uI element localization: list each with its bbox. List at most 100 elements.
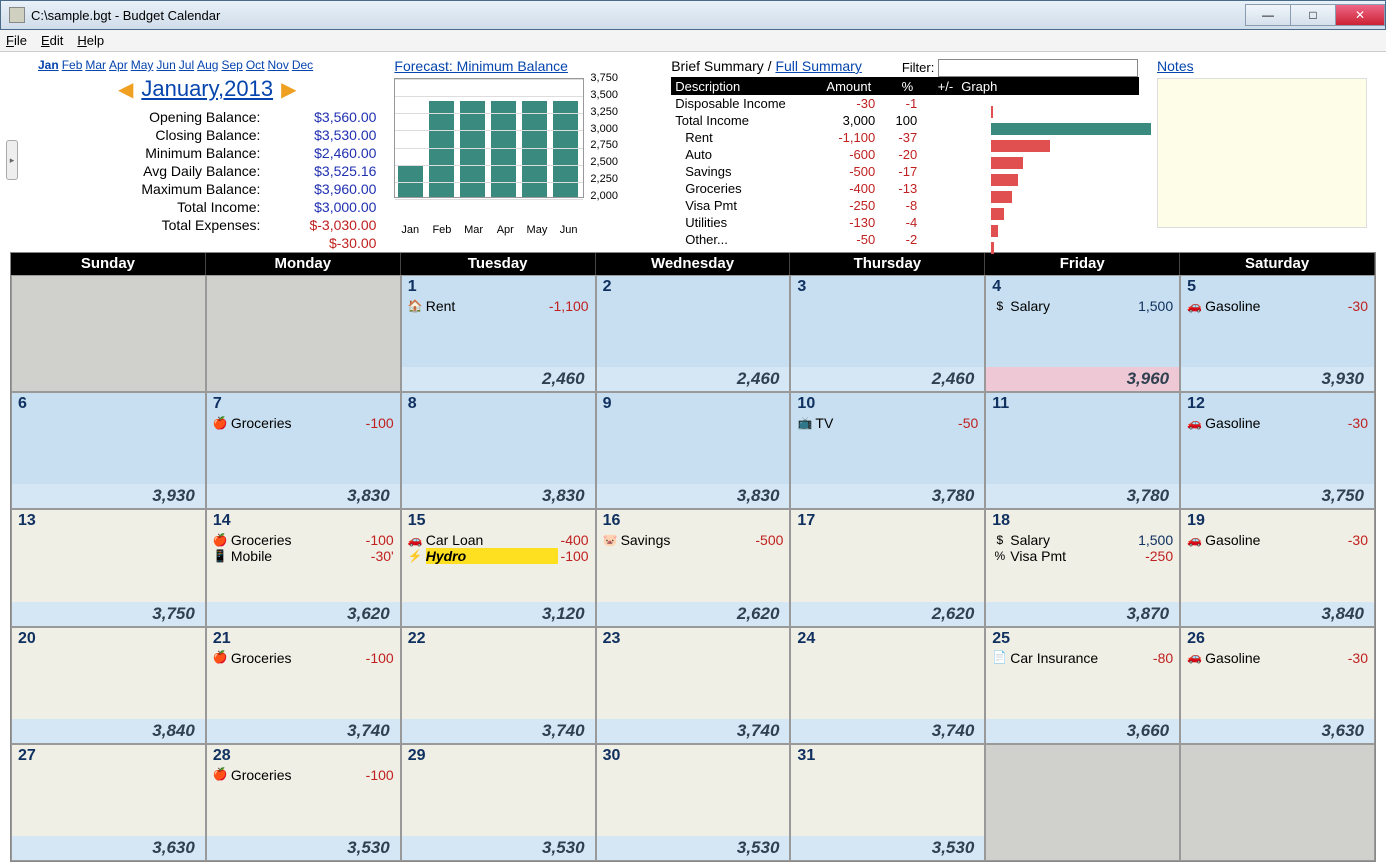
calendar-cell[interactable]: 83,830: [401, 392, 596, 509]
calendar-item[interactable]: 🐷Savings-500: [603, 532, 784, 548]
calendar-cell[interactable]: 12🚗Gasoline-303,750: [1180, 392, 1375, 509]
calendar-cell[interactable]: 21🍎Groceries-1003,740: [206, 627, 401, 744]
calendar-item[interactable]: 📄Car Insurance-80: [992, 650, 1173, 666]
calendar-item[interactable]: $Salary1,500: [992, 532, 1173, 548]
full-summary-link[interactable]: Full Summary: [775, 58, 861, 74]
summary-row[interactable]: Groceries-400-13: [671, 180, 1139, 197]
month-tab-mar[interactable]: Mar: [85, 58, 106, 72]
next-month-button[interactable]: ▶: [281, 77, 296, 102]
item-icon: 📄: [992, 650, 1007, 665]
calendar-cell[interactable]: 16🐷Savings-5002,620: [596, 509, 791, 626]
summary-row[interactable]: Auto-600-20: [671, 146, 1139, 163]
calendar-cell[interactable]: 28🍎Groceries-1003,530: [206, 744, 401, 861]
calendar-item[interactable]: $Salary1,500: [992, 298, 1173, 314]
side-expand-handle[interactable]: ▸: [6, 140, 18, 180]
calendar-cell[interactable]: 10📺TV-503,780: [790, 392, 985, 509]
calendar-cell[interactable]: 93,830: [596, 392, 791, 509]
calendar-cell[interactable]: 63,930: [11, 392, 206, 509]
balance-value: $2,460.00: [266, 145, 376, 161]
month-tab-jul[interactable]: Jul: [179, 58, 194, 72]
balance-value: $3,000.00: [266, 199, 376, 215]
menu-file[interactable]: File: [6, 33, 27, 48]
calendar-cell[interactable]: 4$Salary1,5003,960: [985, 275, 1180, 392]
calendar-cell[interactable]: 133,750: [11, 509, 206, 626]
summary-row[interactable]: Other...-50-2: [671, 231, 1139, 248]
calendar-item[interactable]: 🍎Groceries-100: [213, 415, 394, 431]
calendar-cell[interactable]: 14🍎Groceries-100📱Mobile-30'3,620: [206, 509, 401, 626]
calendar-item[interactable]: %Visa Pmt-250: [992, 548, 1173, 564]
prev-month-button[interactable]: ◀: [118, 77, 133, 102]
item-icon: 🚗: [1187, 299, 1202, 314]
calendar-cell[interactable]: 203,840: [11, 627, 206, 744]
calendar-item[interactable]: 🚗Car Loan-400: [408, 532, 589, 548]
calendar-cell[interactable]: 18$Salary1,500%Visa Pmt-2503,870: [985, 509, 1180, 626]
item-icon: 🍎: [213, 650, 228, 665]
calendar-cell[interactable]: 26🚗Gasoline-303,630: [1180, 627, 1375, 744]
calendar-cell[interactable]: 303,530: [596, 744, 791, 861]
balance-label: Opening Balance:: [38, 109, 266, 125]
calendar-cell[interactable]: 22,460: [596, 275, 791, 392]
month-tab-jun[interactable]: Jun: [156, 58, 175, 72]
month-tab-nov[interactable]: Nov: [268, 58, 289, 72]
calendar-item[interactable]: 🚗Gasoline-30: [1187, 415, 1368, 431]
balance-label: Minimum Balance:: [38, 145, 266, 161]
day-balance: 3,530: [791, 836, 984, 860]
calendar-cell[interactable]: 113,780: [985, 392, 1180, 509]
summary-row[interactable]: Disposable Income-30-1: [671, 95, 1139, 112]
calendar-cell[interactable]: 293,530: [401, 744, 596, 861]
calendar-cell[interactable]: 172,620: [790, 509, 985, 626]
menu-help[interactable]: Help: [77, 33, 104, 48]
calendar-cell[interactable]: 32,460: [790, 275, 985, 392]
calendar-item[interactable]: 📱Mobile-30': [213, 548, 394, 564]
item-icon: 🍎: [213, 767, 228, 782]
minimize-button[interactable]: —: [1245, 4, 1291, 26]
calendar-item[interactable]: 🚗Gasoline-30: [1187, 650, 1368, 666]
calendar-cell[interactable]: 223,740: [401, 627, 596, 744]
month-tabs[interactable]: JanFebMarAprMayJun JulAugSep OctNovDec: [38, 58, 376, 72]
day-balance: 3,620: [207, 602, 400, 626]
calendar-cell-empty: [206, 275, 401, 392]
calendar-item[interactable]: 🍎Groceries-100: [213, 532, 394, 548]
calendar-item[interactable]: 🏠Rent-1,100: [408, 298, 589, 314]
calendar-cell[interactable]: 15🚗Car Loan-400⚡Hydro-1003,120: [401, 509, 596, 626]
month-tab-apr[interactable]: Apr: [109, 58, 128, 72]
maximize-button[interactable]: □: [1290, 4, 1336, 26]
summary-row[interactable]: Total Income3,000100: [671, 112, 1139, 129]
calendar-cell[interactable]: 243,740: [790, 627, 985, 744]
app-icon: [9, 7, 25, 23]
summary-row[interactable]: Visa Pmt-250-8: [671, 197, 1139, 214]
calendar-cell[interactable]: 19🚗Gasoline-303,840: [1180, 509, 1375, 626]
summary-row[interactable]: Rent-1,100-37: [671, 129, 1139, 146]
month-tab-may[interactable]: May: [131, 58, 154, 72]
month-tab-feb[interactable]: Feb: [62, 58, 83, 72]
calendar-cell[interactable]: 1🏠Rent-1,1002,460: [401, 275, 596, 392]
calendar: SundayMondayTuesdayWednesdayThursdayFrid…: [10, 252, 1376, 862]
calendar-item[interactable]: 🚗Gasoline-30: [1187, 532, 1368, 548]
calendar-item[interactable]: 🍎Groceries-100: [213, 650, 394, 666]
calendar-item[interactable]: 🚗Gasoline-30: [1187, 298, 1368, 314]
summary-row[interactable]: Savings-500-17: [671, 163, 1139, 180]
day-number: 4: [986, 276, 1179, 298]
calendar-item[interactable]: ⚡Hydro-100: [408, 548, 589, 564]
day-number: 7: [207, 393, 400, 415]
month-tab-dec[interactable]: Dec: [292, 58, 313, 72]
month-title[interactable]: January,2013: [141, 76, 273, 102]
month-tab-sep[interactable]: Sep: [221, 58, 242, 72]
month-tab-aug[interactable]: Aug: [197, 58, 218, 72]
filter-input[interactable]: [938, 59, 1138, 77]
month-tab-oct[interactable]: Oct: [246, 58, 265, 72]
calendar-cell[interactable]: 25📄Car Insurance-803,660: [985, 627, 1180, 744]
calendar-cell[interactable]: 233,740: [596, 627, 791, 744]
notes-area[interactable]: [1157, 78, 1367, 228]
calendar-cell[interactable]: 313,530: [790, 744, 985, 861]
calendar-cell[interactable]: 7🍎Groceries-1003,830: [206, 392, 401, 509]
calendar-item[interactable]: 📺TV-50: [797, 415, 978, 431]
notes-link[interactable]: Notes: [1157, 58, 1376, 74]
calendar-cell[interactable]: 273,630: [11, 744, 206, 861]
summary-row[interactable]: Utilities-130-4: [671, 214, 1139, 231]
close-button[interactable]: ✕: [1335, 4, 1385, 26]
menu-edit[interactable]: Edit: [41, 33, 63, 48]
month-tab-jan[interactable]: Jan: [38, 58, 59, 72]
calendar-item[interactable]: 🍎Groceries-100: [213, 767, 394, 783]
calendar-cell[interactable]: 5🚗Gasoline-303,930: [1180, 275, 1375, 392]
